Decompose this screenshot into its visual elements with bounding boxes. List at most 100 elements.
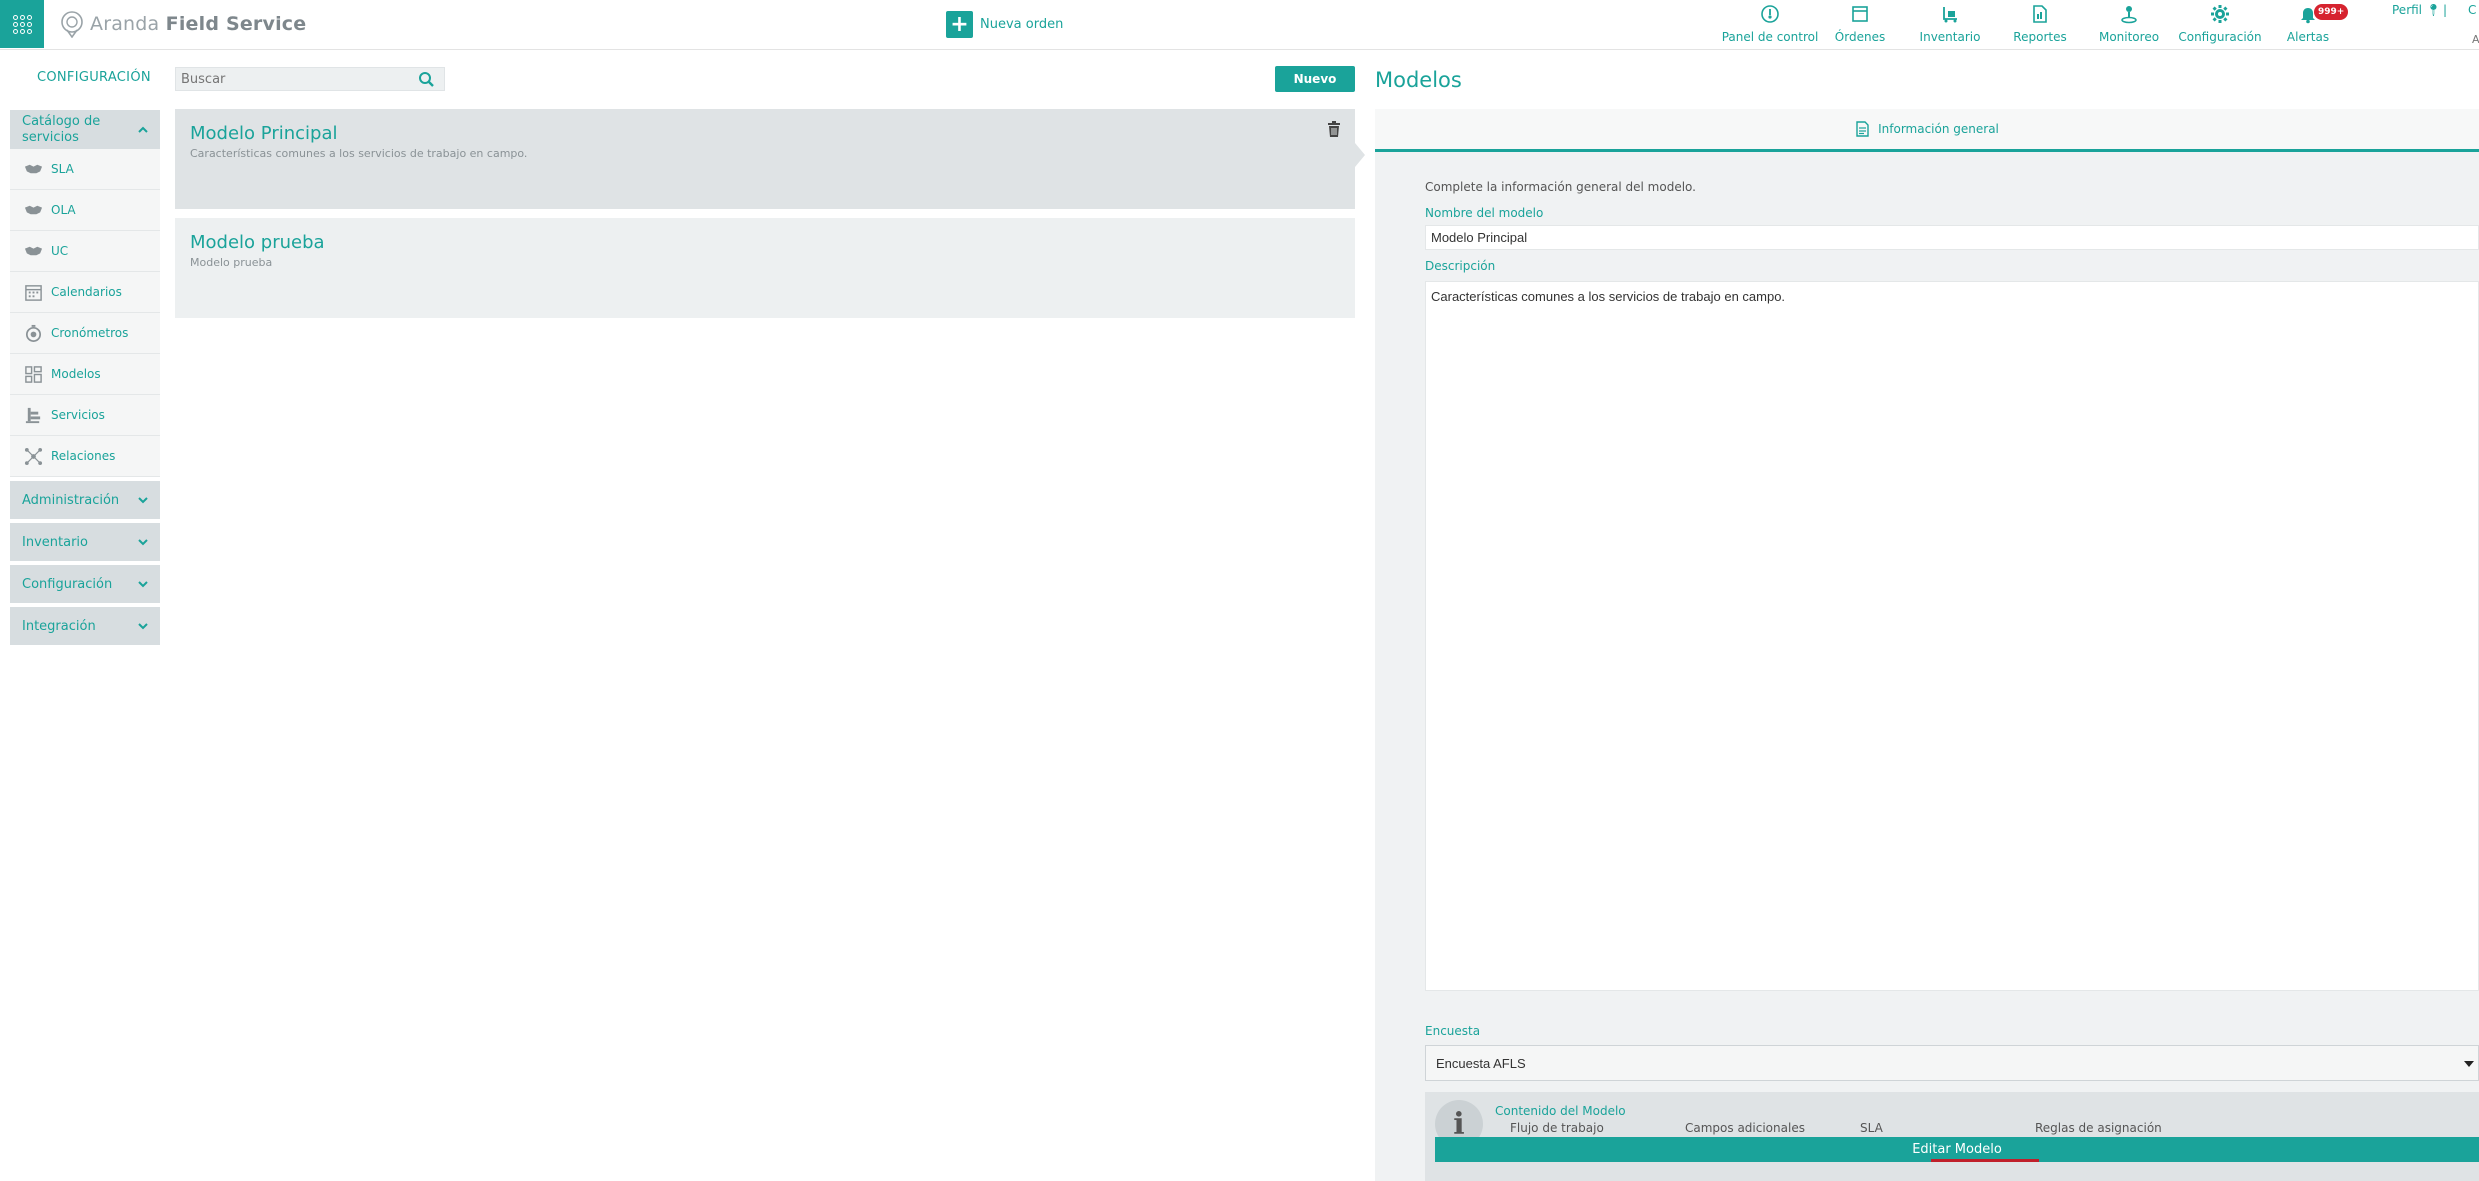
sidebar-item-label: OLA xyxy=(51,203,76,217)
chevron-down-icon xyxy=(138,539,148,546)
nav-label: Panel de control xyxy=(1721,30,1819,44)
list-item-title: Modelo Principal xyxy=(190,123,338,144)
description-label: Descripción xyxy=(1425,259,1496,273)
sidebar-item-relations[interactable]: Relaciones xyxy=(10,436,160,477)
search-icon[interactable] xyxy=(418,71,435,88)
nav-configuration[interactable]: Configuración xyxy=(2178,0,2262,48)
handshake-icon xyxy=(24,205,43,214)
edit-model-button[interactable]: Editar Modelo xyxy=(1435,1137,2479,1162)
tab-label: Información general xyxy=(1878,122,1999,136)
trash-icon[interactable] xyxy=(1327,121,1341,137)
sidebar-item-calendars[interactable]: Calendarios xyxy=(10,272,160,313)
profile-extra-a: A xyxy=(2472,33,2479,46)
sidebar-item-ola[interactable]: OLA xyxy=(10,190,160,231)
models-icon xyxy=(25,365,42,383)
nav-label: Reportes xyxy=(2013,30,2067,44)
nav-label: Órdenes xyxy=(1834,30,1886,44)
page-title: Modelos xyxy=(1375,68,1462,92)
new-order-button[interactable]: + Nueva orden xyxy=(946,11,1063,38)
inventory-icon xyxy=(1943,7,1957,23)
model-name-input[interactable] xyxy=(1425,225,2479,250)
model-content-title: Contenido del Modelo xyxy=(1495,1104,1626,1118)
description-textarea[interactable]: Características comunes a los servicios … xyxy=(1425,281,2479,991)
sidebar-item-uc[interactable]: UC xyxy=(10,231,160,272)
list-item[interactable]: Modelo prueba Modelo prueba xyxy=(175,218,1355,318)
sidebar-group-label: Configuración xyxy=(22,576,113,592)
nav-label: Monitoreo xyxy=(2098,30,2160,44)
nav-alerts[interactable]: 999+ Alertas xyxy=(2286,0,2349,48)
sidebar-item-label: Calendarios xyxy=(51,285,122,299)
content-item-additional-fields: Campos adicionales xyxy=(1685,1121,1805,1135)
survey-selected-value: Encuesta AFLS xyxy=(1436,1055,1526,1071)
document-icon xyxy=(1856,121,1869,137)
sidebar-group-label: Inventario xyxy=(22,534,88,550)
person-icon: 📍︎ xyxy=(2425,3,2442,17)
chevron-down-icon xyxy=(138,581,148,588)
sidebar-item-label: UC xyxy=(51,244,69,258)
model-content-box: i Contenido del Modelo Flujo de trabajo … xyxy=(1425,1092,2479,1181)
selection-pointer xyxy=(1355,143,1365,167)
search-input[interactable] xyxy=(176,68,414,90)
profile-separator: | xyxy=(2443,3,2448,17)
new-model-button[interactable]: Nuevo xyxy=(1275,66,1355,92)
sidebar-item-label: SLA xyxy=(51,162,74,176)
nav-label: Alertas xyxy=(2286,30,2330,44)
location-pin-icon xyxy=(61,11,83,38)
content-item-sla: SLA xyxy=(1860,1121,1883,1135)
brand-logo: Aranda Field Service xyxy=(58,8,306,40)
apps-grid-icon xyxy=(12,14,32,34)
apps-menu-button[interactable] xyxy=(0,0,44,48)
gear-icon xyxy=(2211,5,2229,23)
focus-underline xyxy=(1931,1159,2039,1162)
sidebar-item-label: Modelos xyxy=(51,367,101,381)
sidebar: Catálogo de servicios SLA OLA UC Calenda… xyxy=(10,110,160,645)
nav-reports[interactable]: Reportes xyxy=(2013,0,2067,48)
sidebar-group-label: Integración xyxy=(22,618,96,634)
sidebar-item-label: Servicios xyxy=(51,408,105,422)
tab-general-information[interactable]: Información general xyxy=(1375,109,2479,152)
chevron-up-icon xyxy=(138,126,148,133)
sidebar-item-services[interactable]: Servicios xyxy=(10,395,160,436)
sidebar-item-sla[interactable]: SLA xyxy=(10,149,160,190)
sidebar-group-label: Administración xyxy=(22,492,120,508)
profile-menu[interactable]: Perfil 📍︎ xyxy=(2392,3,2441,17)
chevron-down-icon xyxy=(138,497,148,504)
sidebar-item-models[interactable]: Modelos xyxy=(10,354,160,395)
list-item-description: Características comunes a los servicios … xyxy=(190,147,528,160)
detail-panel: Información general Complete la informac… xyxy=(1375,109,2479,1181)
nav-label: Configuración xyxy=(2178,30,2262,44)
plus-icon: + xyxy=(946,11,973,38)
stopwatch-icon xyxy=(25,324,42,342)
nav-inventory[interactable]: Inventario xyxy=(1920,0,1980,48)
brand-name: Aranda Field Service xyxy=(90,13,307,35)
top-bar: Aranda Field Service + Nueva orden Panel… xyxy=(0,0,2479,50)
services-icon xyxy=(25,407,41,423)
content-item-workflow: Flujo de trabajo xyxy=(1510,1121,1604,1135)
sidebar-group-administration[interactable]: Administración xyxy=(10,481,160,519)
sidebar-group-integration[interactable]: Integración xyxy=(10,607,160,645)
nav-orders[interactable]: Órdenes xyxy=(1834,0,1886,48)
sidebar-group-inventory[interactable]: Inventario xyxy=(10,523,160,561)
content-item-assignment-rules: Reglas de asignación xyxy=(2035,1121,2162,1135)
chevron-down-icon xyxy=(138,623,148,630)
profile-extra-c[interactable]: C xyxy=(2468,3,2476,17)
list-item-title: Modelo prueba xyxy=(190,232,325,253)
orders-icon xyxy=(1852,6,1868,22)
sidebar-group-configuration[interactable]: Configuración xyxy=(10,565,160,603)
sidebar-item-label: Cronómetros xyxy=(51,326,129,340)
sidebar-group-service-catalog[interactable]: Catálogo de servicios xyxy=(10,110,160,149)
nav-monitoring[interactable]: Monitoreo xyxy=(2098,0,2160,48)
caret-down-icon xyxy=(2464,1061,2474,1067)
nav-label: Inventario xyxy=(1919,30,1981,44)
new-order-label: Nueva orden xyxy=(980,17,1064,32)
profile-label: Perfil xyxy=(2392,3,2423,17)
sidebar-title: CONFIGURACIÓN xyxy=(37,70,151,85)
handshake-icon xyxy=(24,246,43,255)
list-item[interactable]: Modelo Principal Características comunes… xyxy=(175,109,1355,209)
sidebar-item-stopwatches[interactable]: Cronómetros xyxy=(10,313,160,354)
survey-select[interactable]: Encuesta AFLS xyxy=(1425,1045,2479,1081)
sidebar-group-label: Catálogo de servicios xyxy=(22,114,101,145)
survey-label: Encuesta xyxy=(1425,1024,1481,1038)
nav-dashboard[interactable]: Panel de control xyxy=(1722,0,1818,48)
list-item-description: Modelo prueba xyxy=(190,256,273,269)
